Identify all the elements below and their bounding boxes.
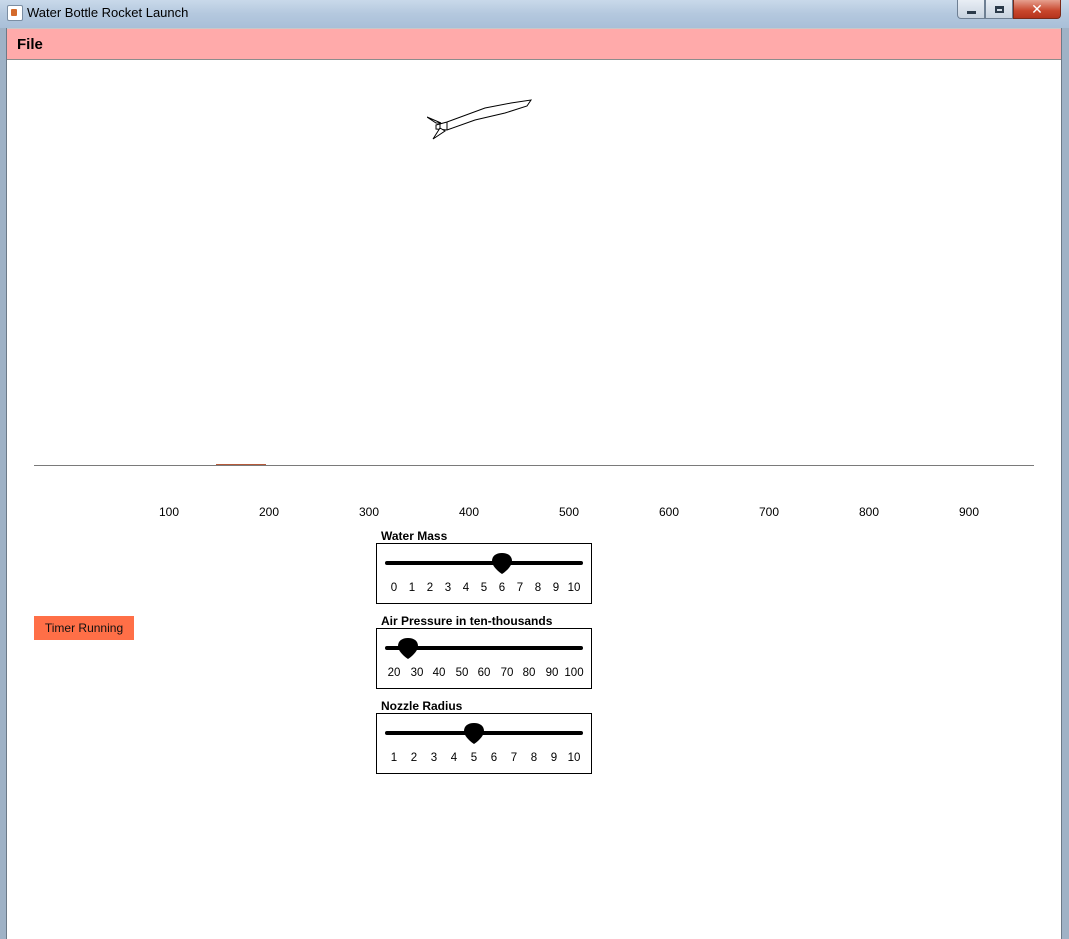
menu-file[interactable]: File: [17, 36, 43, 53]
slider-tick-label: 1: [390, 752, 398, 764]
menu-bar: File: [7, 28, 1061, 60]
slider-tick-label: 10: [567, 752, 581, 764]
slider-tick-label: 7: [516, 582, 524, 594]
slider-thumb-icon[interactable]: [464, 723, 484, 745]
axis-tick-label: 100: [159, 505, 180, 519]
slider-tick-label: 20: [387, 667, 401, 679]
slider-tick-label: 40: [432, 667, 446, 679]
slider-track[interactable]: [385, 561, 583, 565]
nozzle-radius-slider[interactable]: 1 2 3 4 5 6 7 8 9 10: [376, 713, 592, 774]
close-button[interactable]: ✕: [1013, 0, 1061, 19]
slider-thumb-icon[interactable]: [398, 638, 418, 660]
nozzle-radius-label: Nozzle Radius: [381, 699, 463, 713]
water-mass-slider[interactable]: 0 1 2 3 4 5 6 7 8 9 10: [376, 543, 592, 604]
app-content: File 100 200 300 400 500 600 700 800 900…: [6, 28, 1062, 939]
launch-pad-marker: [216, 464, 266, 465]
slider-tick-label: 6: [490, 752, 498, 764]
slider-tick-labels: 1 2 3 4 5 6 7 8 9 10: [377, 752, 591, 766]
slider-tick-labels: 20 30 40 50 60 70 80 90 100: [377, 667, 591, 681]
air-pressure-slider[interactable]: 20 30 40 50 60 70 80 90 100: [376, 628, 592, 689]
slider-tick-label: 70: [500, 667, 514, 679]
slider-tick-label: 1: [408, 582, 416, 594]
timer-button[interactable]: Timer Running: [34, 616, 134, 640]
maximize-button[interactable]: [985, 0, 1013, 19]
slider-tick-label: 80: [522, 667, 536, 679]
axis-tick-label: 200: [259, 505, 280, 519]
minimize-icon: [966, 10, 976, 14]
slider-tick-label: 10: [567, 582, 581, 594]
axis-tick-label: 600: [659, 505, 680, 519]
axis-tick-label: 400: [459, 505, 480, 519]
air-pressure-label: Air Pressure in ten-thousands: [381, 614, 553, 628]
slider-tick-label: 7: [510, 752, 518, 764]
slider-tick-label: 8: [530, 752, 538, 764]
slider-tick-label: 90: [545, 667, 559, 679]
slider-tick-label: 60: [477, 667, 491, 679]
slider-tick-label: 100: [564, 667, 584, 679]
slider-tick-label: 6: [498, 582, 506, 594]
axis-tick-label: 500: [559, 505, 580, 519]
slider-tick-label: 9: [550, 752, 558, 764]
slider-tick-label: 3: [430, 752, 438, 764]
axis-tick-label: 800: [859, 505, 880, 519]
ground-line: [34, 465, 1034, 466]
slider-tick-label: 4: [462, 582, 470, 594]
slider-tick-label: 0: [390, 582, 398, 594]
minimize-button[interactable]: [957, 0, 985, 19]
slider-tick-label: 2: [410, 752, 418, 764]
slider-tick-label: 50: [455, 667, 469, 679]
window-titlebar[interactable]: Water Bottle Rocket Launch ✕: [0, 0, 1069, 28]
water-mass-label: Water Mass: [381, 529, 448, 543]
window-title: Water Bottle Rocket Launch: [27, 5, 189, 20]
slider-tick-label: 2: [426, 582, 434, 594]
axis-tick-label: 300: [359, 505, 380, 519]
slider-tick-label: 30: [410, 667, 424, 679]
java-app-icon: [7, 5, 23, 21]
slider-tick-label: 9: [552, 582, 560, 594]
window-controls: ✕: [957, 0, 1061, 19]
slider-tick-labels: 0 1 2 3 4 5 6 7 8 9 10: [377, 582, 591, 596]
slider-tick-label: 3: [444, 582, 452, 594]
slider-tick-label: 5: [480, 582, 488, 594]
close-icon: ✕: [1031, 0, 1043, 17]
rocket-icon: [427, 99, 533, 140]
slider-tick-label: 8: [534, 582, 542, 594]
slider-tick-label: 5: [470, 752, 478, 764]
maximize-icon: [994, 5, 1004, 13]
axis-tick-label: 700: [759, 505, 780, 519]
axis-tick-label: 900: [959, 505, 980, 519]
slider-thumb-icon[interactable]: [492, 553, 512, 575]
slider-tick-label: 4: [450, 752, 458, 764]
slider-track[interactable]: [385, 731, 583, 735]
